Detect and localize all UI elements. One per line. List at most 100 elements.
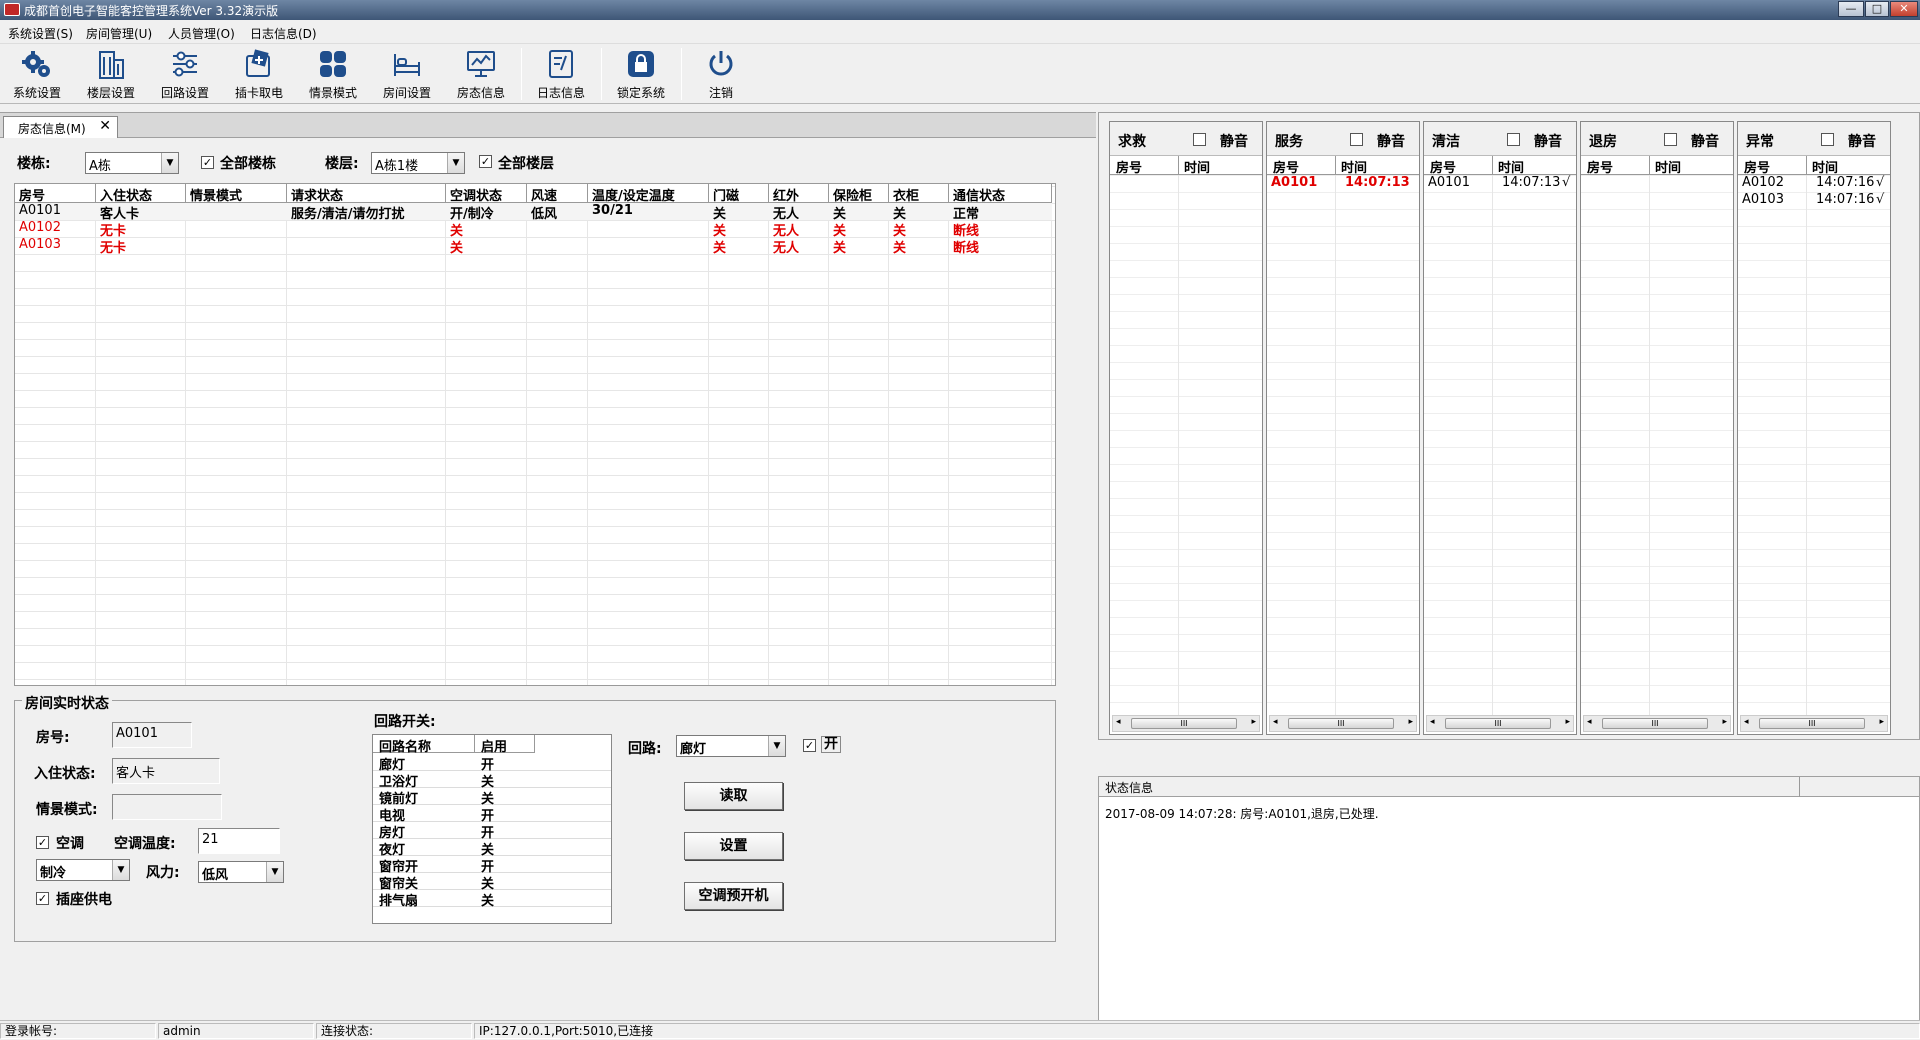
scroll-left-icon[interactable]: ◂ xyxy=(1116,717,1121,727)
socket-power-checkbox[interactable]: ✓ xyxy=(36,892,49,905)
ac-temp-input[interactable]: 21 xyxy=(198,828,280,854)
circuit-row[interactable]: 窗帘关关 xyxy=(373,873,611,892)
minimize-button[interactable]: — xyxy=(1838,1,1864,17)
scroll-thumb[interactable]: III xyxy=(1445,718,1551,729)
horizontal-scrollbar[interactable]: ◂ III ▸ xyxy=(1112,715,1260,732)
grid-header-door[interactable]: 门磁 xyxy=(709,184,769,203)
fan-select[interactable]: 低风 ▼ xyxy=(198,861,284,883)
mute-checkbox[interactable] xyxy=(1193,133,1206,146)
toolbar-room-settings-button[interactable]: 房间设置 xyxy=(370,46,444,102)
panel-list[interactable] xyxy=(1110,175,1262,716)
scroll-right-icon[interactable]: ▸ xyxy=(1565,717,1570,727)
scroll-thumb[interactable]: III xyxy=(1288,718,1394,729)
close-button[interactable]: ✕ xyxy=(1890,1,1918,17)
scroll-right-icon[interactable]: ▸ xyxy=(1408,717,1413,727)
scroll-thumb[interactable]: III xyxy=(1131,718,1237,729)
mute-checkbox[interactable] xyxy=(1507,133,1520,146)
horizontal-scrollbar[interactable]: ◂ III ▸ xyxy=(1269,715,1417,732)
toolbar-log-info-button[interactable]: 日志信息 xyxy=(524,46,598,102)
panel-col-time[interactable]: 时间 xyxy=(1498,157,1524,176)
toolbar-room-status-button[interactable]: 房态信息 xyxy=(444,46,518,102)
grid-header-temp[interactable]: 温度/设定温度 xyxy=(588,184,709,203)
panel-col-time[interactable]: 时间 xyxy=(1655,157,1681,176)
panel-col-room[interactable]: 房号 xyxy=(1587,157,1613,176)
circuit-header-name[interactable]: 回路名称 xyxy=(373,735,475,755)
ac-preopen-button[interactable]: 空调预开机 xyxy=(684,882,783,910)
list-item[interactable]: A0103 14:07:16 √ xyxy=(1742,192,1888,209)
panel-col-room[interactable]: 房号 xyxy=(1273,157,1299,176)
read-button[interactable]: 读取 xyxy=(684,782,783,810)
panel-col-time[interactable]: 时间 xyxy=(1184,157,1210,176)
toolbar-circuit-settings-button[interactable]: 回路设置 xyxy=(148,46,222,102)
grid-header-ir[interactable]: 红外 xyxy=(769,184,829,203)
grid-header-fan[interactable]: 风速 xyxy=(527,184,588,203)
circuit-on-checkbox[interactable]: ✓ xyxy=(803,739,816,752)
all-buildings-checkbox[interactable]: ✓ xyxy=(201,156,214,169)
panel-col-room[interactable]: 房号 xyxy=(1116,157,1142,176)
list-item[interactable]: A0101 14:07:13 xyxy=(1271,175,1417,192)
mute-checkbox[interactable] xyxy=(1664,133,1677,146)
circuit-row[interactable]: 电视开 xyxy=(373,805,611,824)
panel-col-room[interactable]: 房号 xyxy=(1744,157,1770,176)
tab-close-icon[interactable]: ✕ xyxy=(99,118,111,134)
toolbar-lock-system-button[interactable]: 锁定系统 xyxy=(604,46,678,102)
scroll-left-icon[interactable]: ◂ xyxy=(1430,717,1435,727)
menu-room-management[interactable]: 房间管理(U) xyxy=(86,25,152,42)
circuit-header-enabled[interactable]: 启用 xyxy=(475,735,535,755)
grid-header-request[interactable]: 请求状态 xyxy=(287,184,446,203)
horizontal-scrollbar[interactable]: ◂ III ▸ xyxy=(1583,715,1731,732)
scroll-thumb[interactable]: III xyxy=(1759,718,1865,729)
circuit-row[interactable]: 镜前灯关 xyxy=(373,788,611,807)
circuit-select[interactable]: 廊灯 ▼ xyxy=(676,735,786,757)
circuit-row[interactable]: 房灯开 xyxy=(373,822,611,841)
set-button[interactable]: 设置 xyxy=(684,832,783,860)
floor-select[interactable]: A栋1楼 ▼ xyxy=(371,152,465,174)
scroll-right-icon[interactable]: ▸ xyxy=(1722,717,1727,727)
mute-checkbox[interactable] xyxy=(1821,133,1834,146)
menu-system-settings[interactable]: 系统设置(S) xyxy=(8,25,73,42)
ac-checkbox[interactable]: ✓ xyxy=(36,836,49,849)
menu-log-info[interactable]: 日志信息(D) xyxy=(250,25,317,42)
building-select[interactable]: A栋 ▼ xyxy=(85,152,179,174)
tab-room-status[interactable]: 房态信息(M) ✕ xyxy=(3,116,118,138)
table-row[interactable]: A0103 无卡 关 关 无人 关 关 断线 xyxy=(15,237,1052,254)
horizontal-scrollbar[interactable]: ◂ III ▸ xyxy=(1740,715,1888,732)
toolbar-card-power-button[interactable]: 插卡取电 xyxy=(222,46,296,102)
toolbar-logout-button[interactable]: 注销 xyxy=(684,46,758,102)
scroll-thumb[interactable]: III xyxy=(1602,718,1708,729)
panel-col-room[interactable]: 房号 xyxy=(1430,157,1456,176)
panel-list[interactable]: A0101 14:07:13 √ xyxy=(1424,175,1576,716)
maximize-button[interactable]: □ xyxy=(1865,1,1889,17)
grid-header-closet[interactable]: 衣柜 xyxy=(889,184,949,203)
table-row[interactable]: A0101 客人卡 服务/清洁/请勿打扰 开/制冷 低风 30/21 关 无人 关 关 正常 xyxy=(15,203,1052,220)
panel-col-time[interactable]: 时间 xyxy=(1341,157,1367,176)
panel-list[interactable] xyxy=(1581,175,1733,716)
toolbar-floor-settings-button[interactable]: 楼层设置 xyxy=(74,46,148,102)
menu-staff-management[interactable]: 人员管理(O) xyxy=(168,25,235,42)
list-item[interactable]: A0101 14:07:13 √ xyxy=(1428,175,1574,192)
scroll-left-icon[interactable]: ◂ xyxy=(1744,717,1749,727)
toolbar-system-settings-button[interactable]: 系统设置 xyxy=(0,46,74,102)
scroll-right-icon[interactable]: ▸ xyxy=(1879,717,1884,727)
grid-header-safe[interactable]: 保险柜 xyxy=(829,184,889,203)
ac-mode-select[interactable]: 制冷 ▼ xyxy=(36,859,130,881)
grid-header-scene[interactable]: 情景模式 xyxy=(186,184,287,203)
list-item[interactable]: A0102 14:07:16 √ xyxy=(1742,175,1888,192)
panel-list[interactable]: A0101 14:07:13 xyxy=(1267,175,1419,716)
circuit-row[interactable]: 卫浴灯关 xyxy=(373,771,611,790)
panel-list[interactable]: A0102 14:07:16 √ A0103 14:07:16 √ xyxy=(1738,175,1890,716)
mute-checkbox[interactable] xyxy=(1350,133,1363,146)
circuit-row[interactable]: 夜灯关 xyxy=(373,839,611,858)
grid-header-checkin[interactable]: 入住状态 xyxy=(96,184,186,203)
room-status-grid[interactable]: 房号 入住状态 情景模式 请求状态 空调状态 风速 温度/设定温度 门磁 红外 … xyxy=(14,183,1056,686)
all-floors-checkbox[interactable]: ✓ xyxy=(479,155,492,168)
circuit-row[interactable]: 窗帘开开 xyxy=(373,856,611,875)
grid-header-comm[interactable]: 通信状态 xyxy=(949,184,1052,203)
table-row[interactable]: A0102 无卡 关 关 无人 关 关 断线 xyxy=(15,220,1052,237)
toolbar-scene-mode-button[interactable]: 情景模式 xyxy=(296,46,370,102)
grid-header-room[interactable]: 房号 xyxy=(15,184,96,203)
scroll-left-icon[interactable]: ◂ xyxy=(1587,717,1592,727)
scroll-right-icon[interactable]: ▸ xyxy=(1251,717,1256,727)
grid-header-ac[interactable]: 空调状态 xyxy=(446,184,527,203)
horizontal-scrollbar[interactable]: ◂ III ▸ xyxy=(1426,715,1574,732)
